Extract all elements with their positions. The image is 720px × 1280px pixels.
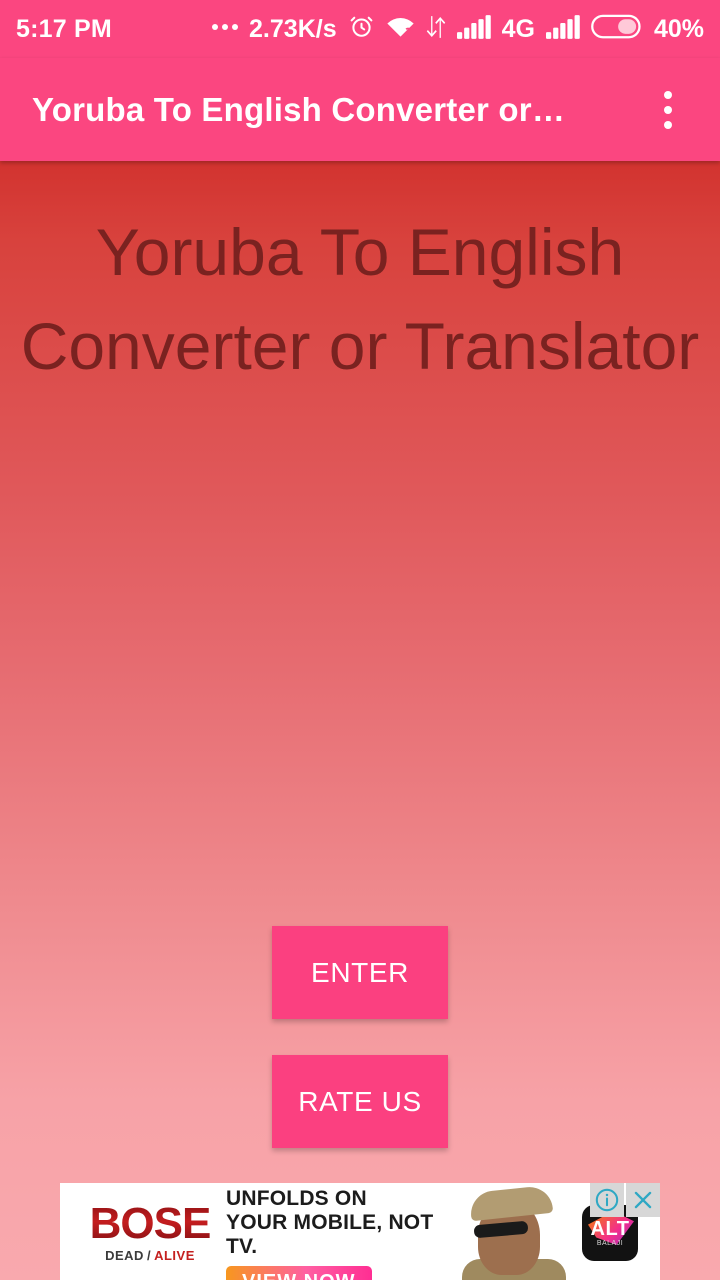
app-bar: Yoruba To English Converter or… [0, 58, 720, 161]
ad-controls[interactable] [590, 1183, 660, 1217]
phone-screen: 5:17 PM 2.73K/s 4G 40% Yoruba To English… [0, 0, 720, 1280]
status-time: 5:17 PM [16, 14, 112, 43]
ad-headline-line-2: YOUR MOBILE, NOT TV. [226, 1211, 434, 1258]
overflow-menu-icon[interactable] [642, 80, 694, 140]
battery-percent-label: 40% [653, 14, 704, 43]
ad-cta-button[interactable]: VIEW NOW [226, 1266, 372, 1280]
ad-headline-line-1: THE MYSTERY UNFOLDS ON [226, 1183, 376, 1210]
ad-logo-subtitle: DEAD / ALIVE [105, 1248, 195, 1263]
ad-advertiser-subname: BALAJI [596, 1240, 624, 1247]
enter-button[interactable]: ENTER [272, 926, 448, 1019]
alarm-clock-icon [348, 13, 375, 45]
network-speed-label: 2.73K/s [249, 14, 337, 43]
wifi-icon [386, 14, 415, 45]
battery-icon [591, 13, 643, 45]
network-type-label: 4G [501, 14, 535, 43]
ad-close-icon[interactable] [626, 1183, 660, 1217]
rate-us-button[interactable]: RATE US [272, 1055, 448, 1148]
ad-actor-image [458, 1183, 568, 1280]
signal-bars-icon [456, 14, 491, 44]
ad-copy: THE MYSTERY UNFOLDS ON YOUR MOBILE, NOT … [220, 1183, 452, 1280]
main-content: Yoruba To English Converter or Translato… [0, 161, 720, 1280]
ad-info-icon[interactable] [590, 1183, 624, 1217]
button-group: ENTER RATE US [0, 926, 720, 1148]
ad-advertiser-name: ALT [590, 1218, 630, 1240]
app-bar-title: Yoruba To English Converter or… [32, 90, 566, 128]
ad-brand-logo: BOSE DEAD / ALIVE [60, 1198, 220, 1263]
data-transfer-arrows-icon [426, 14, 446, 45]
ad-logo-dead: DEAD [105, 1247, 144, 1263]
page-headline: Yoruba To English Converter or Translato… [20, 215, 700, 383]
ad-logo-slash: / [146, 1247, 152, 1263]
ad-logo-alive: ALIVE [154, 1247, 195, 1263]
ad-logo-title: BOSE [89, 1198, 212, 1248]
ad-content[interactable]: BOSE DEAD / ALIVE THE MYSTERY UNFOLDS ON… [60, 1183, 660, 1280]
ad-banner[interactable]: BOSE DEAD / ALIVE THE MYSTERY UNFOLDS ON… [60, 1183, 660, 1280]
more-dots-icon [212, 24, 239, 30]
signal-bars-icon [545, 14, 580, 44]
status-bar: 5:17 PM 2.73K/s 4G 40% [0, 0, 720, 58]
status-icons: 2.73K/s 4G 40% [212, 13, 704, 45]
